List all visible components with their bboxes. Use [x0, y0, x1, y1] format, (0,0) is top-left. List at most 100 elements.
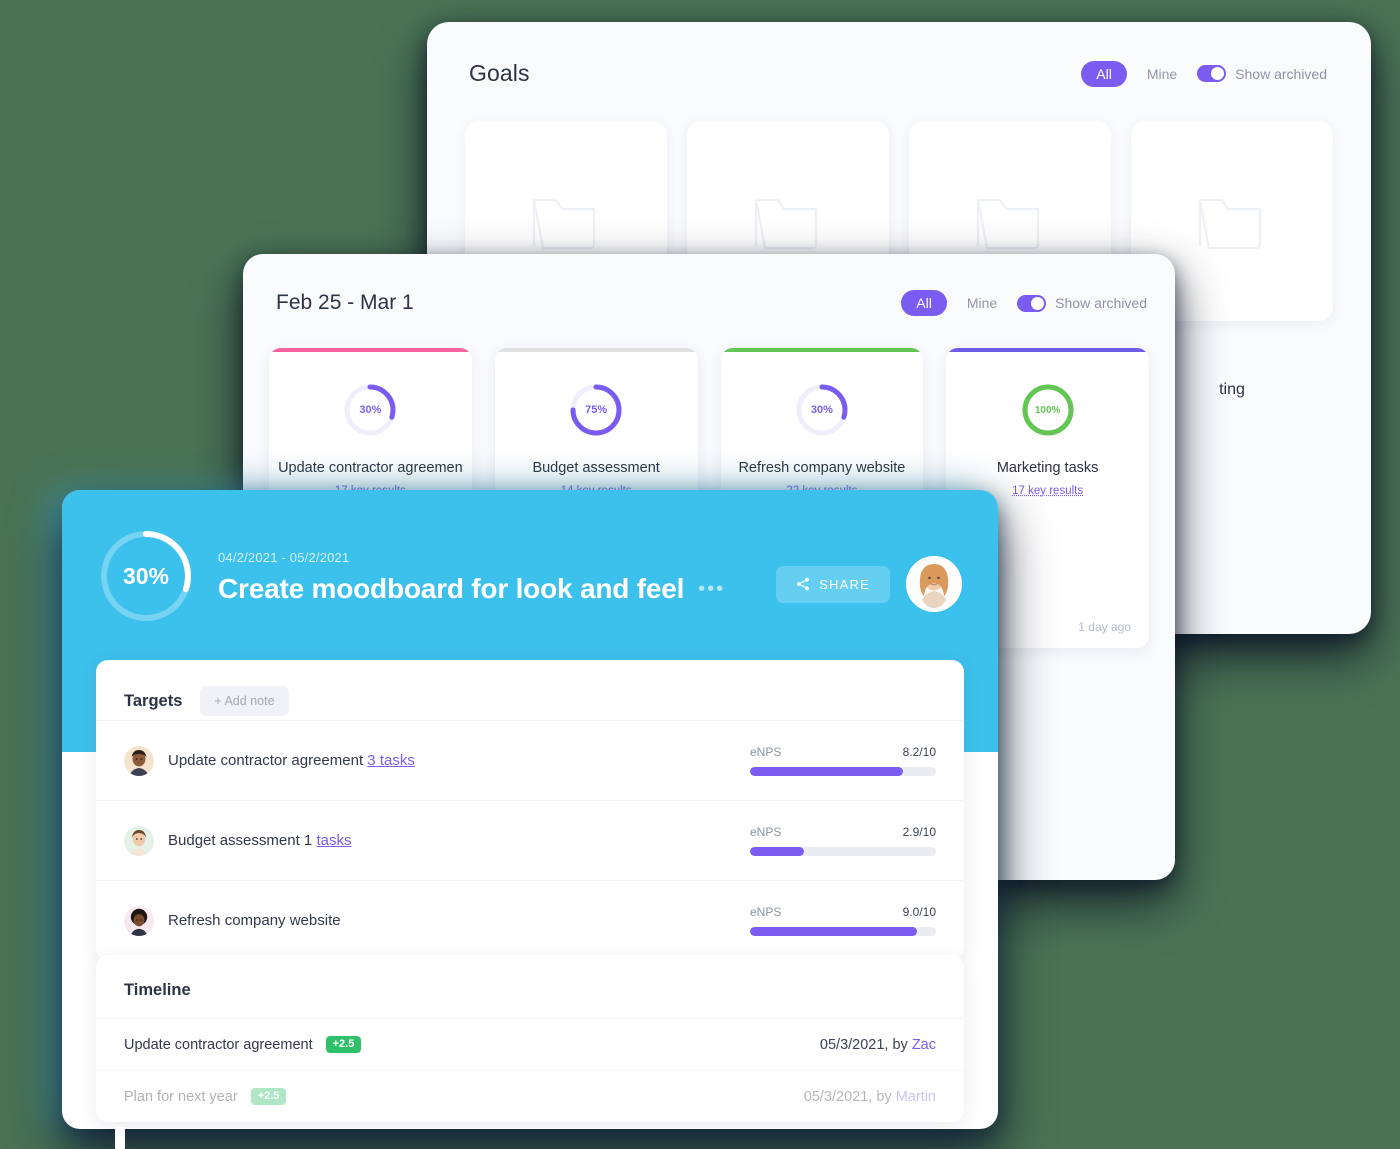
- timeline-author[interactable]: Zac: [912, 1037, 936, 1053]
- filter-mine-button[interactable]: Mine: [1147, 66, 1177, 82]
- share-button[interactable]: SHARE: [776, 565, 890, 603]
- target-label: Refresh company website: [168, 912, 750, 929]
- card-accent-bar: [494, 348, 698, 352]
- progress-percent: 30%: [810, 404, 833, 416]
- card-accent-bar: [720, 348, 924, 352]
- folder-icon: [976, 198, 1040, 250]
- target-tasks-link[interactable]: 3 tasks: [367, 752, 415, 769]
- add-note-button[interactable]: + Add note: [200, 686, 289, 716]
- metric-value: 8.2/10: [902, 745, 936, 759]
- metric-progress-bar: [750, 767, 936, 776]
- goals-filters: All Mine Show archived: [1081, 60, 1327, 87]
- user-avatar-icon: [124, 905, 154, 936]
- folder-icon: [532, 198, 596, 250]
- progress-percent: 30%: [359, 404, 382, 416]
- timeline-badge: +2.5: [325, 1036, 362, 1053]
- filter-mine-button[interactable]: Mine: [967, 295, 997, 311]
- target-tasks-link[interactable]: tasks: [316, 832, 351, 849]
- goal-card-title: Refresh company website: [738, 460, 906, 476]
- goals-header: Goals All Mine Show archived: [427, 22, 1371, 87]
- hero-actions: SHARE: [776, 528, 962, 612]
- target-label: Update contractor agreement 3 tasks: [168, 752, 750, 769]
- toggle-switch-icon[interactable]: [1197, 65, 1227, 82]
- folder-icon: [754, 198, 818, 250]
- metric-progress-bar: [750, 847, 936, 856]
- goal-card-title: Update contractor agreemen: [278, 460, 463, 476]
- timeline-date: 05/3/2021, by: [803, 1088, 896, 1105]
- progress-ring: 75%: [568, 382, 624, 438]
- hero-progress-percent: 30%: [122, 562, 170, 589]
- target-row[interactable]: Update contractor agreement 3 tasks eNPS…: [96, 720, 964, 800]
- targets-title: Targets: [124, 691, 183, 710]
- target-row[interactable]: Refresh company website eNPS 9.0/10: [96, 880, 964, 960]
- hero-progress-ring: 30%: [98, 528, 194, 624]
- metric-value: 2.9/10: [902, 825, 936, 839]
- show-archived-label: Show archived: [1055, 295, 1147, 311]
- hero-title-row: Create moodboard for look and feel •••: [218, 573, 776, 605]
- progress-ring-wrap: 75%: [495, 382, 698, 438]
- timeline-row[interactable]: Plan for next year +2.5 05/3/2021, by Ma…: [96, 1070, 964, 1122]
- screenshot-stage: Goals All Mine Show archived ting Feb 25…: [0, 0, 1400, 1149]
- progress-ring-wrap: 30%: [269, 382, 472, 438]
- week-filters: All Mine Show archived: [901, 290, 1147, 316]
- avatar: [124, 905, 154, 936]
- target-metric: eNPS 2.9/10: [750, 825, 936, 856]
- card-accent-bar: [269, 348, 472, 352]
- share-button-label: SHARE: [819, 576, 870, 592]
- week-range-title: Feb 25 - Mar 1: [276, 291, 414, 314]
- timeline-author[interactable]: Martin: [896, 1089, 936, 1105]
- progress-ring: 100%: [1020, 382, 1076, 438]
- avatar[interactable]: [906, 556, 962, 612]
- user-avatar-icon: [124, 745, 154, 776]
- filter-all-button[interactable]: All: [901, 290, 947, 316]
- target-row[interactable]: Budget assessment 1 tasks eNPS 2.9/10: [96, 800, 964, 880]
- user-avatar-icon: [124, 825, 154, 856]
- timeline-label: Update contractor agreement: [124, 1036, 313, 1053]
- page-title: Goals: [469, 60, 530, 86]
- goal-card-title: Marketing tasks: [996, 460, 1099, 476]
- folder-icon: [1198, 198, 1262, 250]
- hero-date-range: 04/2/2021 - 05/2/2021: [218, 550, 350, 565]
- progress-ring: 30%: [342, 382, 398, 438]
- target-name: Budget assessment 1: [168, 832, 313, 849]
- metric-value: 9.0/10: [902, 905, 936, 919]
- timeline-meta: 05/3/2021, by Martin: [804, 1089, 936, 1105]
- timeline-meta: 05/3/2021, by Zac: [820, 1037, 936, 1053]
- user-avatar-icon: [906, 556, 962, 612]
- progress-percent: 75%: [585, 404, 608, 416]
- show-archived-label: Show archived: [1235, 65, 1327, 82]
- show-archived-toggle[interactable]: Show archived: [1197, 65, 1327, 82]
- toggle-switch-icon[interactable]: [1017, 294, 1047, 312]
- show-archived-toggle[interactable]: Show archived: [1017, 294, 1147, 312]
- avatar: [124, 745, 154, 776]
- goal-card-title: Budget assessment: [532, 460, 660, 476]
- timeline-row[interactable]: Update contractor agreement +2.5 05/3/20…: [96, 1018, 964, 1070]
- timeline-badge: +2.5: [250, 1088, 287, 1105]
- share-icon: [797, 577, 810, 591]
- ellipsis-icon[interactable]: •••: [698, 579, 725, 599]
- target-name: Refresh company website: [168, 912, 341, 929]
- timeline-date: 05/3/2021, by: [819, 1036, 912, 1053]
- goal-detail-window: 30% 04/2/2021 - 05/2/2021 Create moodboa…: [62, 490, 998, 1129]
- timeline-panel: Timeline Update contractor agreement +2.…: [96, 955, 964, 1122]
- timeline-title: Timeline: [124, 981, 191, 999]
- progress-ring-wrap: 100%: [946, 382, 1149, 438]
- goal-card-timestamp: 1 day ago: [1078, 620, 1131, 634]
- metric-label: eNPS: [750, 825, 782, 839]
- bottom-scroll-tab[interactable]: [115, 1127, 125, 1149]
- week-header: Feb 25 - Mar 1 All Mine Show archived: [243, 254, 1175, 316]
- targets-header: Targets + Add note: [96, 660, 964, 720]
- hero-text-block: 04/2/2021 - 05/2/2021 Create moodboard f…: [194, 528, 776, 605]
- timeline-label: Plan for next year: [124, 1088, 238, 1105]
- filter-all-button[interactable]: All: [1081, 60, 1127, 87]
- progress-ring-wrap: 30%: [721, 382, 924, 438]
- metric-label: eNPS: [750, 905, 782, 919]
- target-metric: eNPS 9.0/10: [750, 905, 936, 936]
- target-name: Update contractor agreement: [168, 752, 364, 769]
- card-accent-bar: [946, 348, 1149, 352]
- target-metric: eNPS 8.2/10: [750, 745, 936, 776]
- metric-progress-bar: [750, 927, 936, 936]
- progress-ring: 30%: [794, 382, 850, 438]
- metric-label: eNPS: [750, 745, 782, 759]
- targets-panel: Targets + Add note Update contractor agr: [96, 660, 964, 960]
